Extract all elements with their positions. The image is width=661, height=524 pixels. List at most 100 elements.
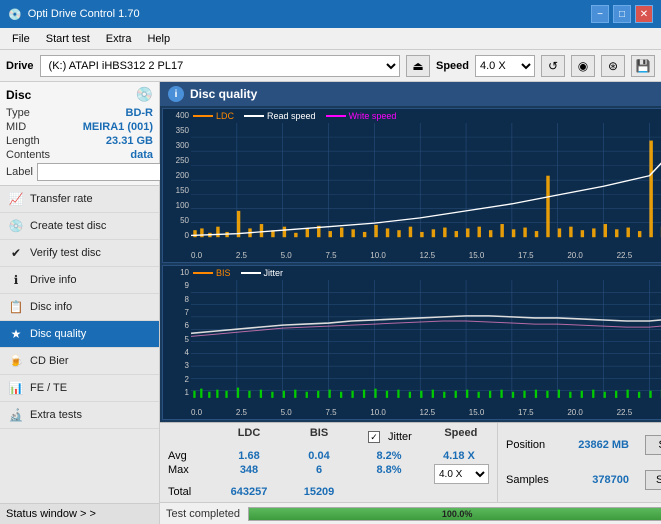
- avg-label: Avg: [168, 450, 204, 462]
- sidebar-item-label: Create test disc: [30, 220, 106, 232]
- menu-file[interactable]: File: [4, 31, 38, 47]
- jitter-label: Jitter: [388, 431, 412, 443]
- sidebar-item-label: Transfer rate: [30, 193, 93, 205]
- chart2-x-axis: 0.02.55.07.510.012.515.017.520.022.525.0…: [191, 408, 661, 417]
- disc-icons: 💿: [136, 86, 153, 103]
- label-input[interactable]: [37, 163, 175, 181]
- speed-select[interactable]: 4.0 X: [475, 55, 535, 77]
- sidebar-item-extra-tests[interactable]: 🔬 Extra tests: [0, 402, 159, 429]
- chart1-svg: [191, 123, 661, 246]
- drive-select[interactable]: (K:) ATAPI iHBS312 2 PL17: [40, 55, 400, 77]
- menu-help[interactable]: Help: [139, 31, 178, 47]
- bis-header: BIS: [294, 427, 344, 445]
- length-label: Length: [6, 135, 40, 147]
- progressbar-area: Test completed 100.0% 33:15: [160, 502, 661, 524]
- fe-te-icon: 📊: [8, 380, 24, 396]
- sidebar-item-label: Drive info: [30, 274, 76, 286]
- progress-label: 100.0%: [442, 509, 473, 519]
- maximize-button[interactable]: □: [613, 5, 631, 23]
- app-title: Opti Drive Control 1.70: [28, 8, 140, 20]
- sidebar-item-transfer-rate[interactable]: 📈 Transfer rate: [0, 186, 159, 213]
- chart1-legend: LDC Read speed Write speed: [193, 111, 396, 121]
- sidebar-item-verify-test-disc[interactable]: ✔ Verify test disc: [0, 240, 159, 267]
- disc-quality-icon-header: i: [168, 86, 184, 102]
- chart2-legend: BIS Jitter: [193, 268, 283, 278]
- main-layout: Disc 💿 Type BD-R MID MEIRA1 (001) Length…: [0, 82, 661, 524]
- menu-start-test[interactable]: Start test: [38, 31, 98, 47]
- app-icon: 💿: [8, 8, 22, 21]
- start-part-button[interactable]: Start part: [645, 470, 661, 490]
- length-value: 23.31 GB: [106, 135, 153, 147]
- legend-write-speed: Write speed: [326, 111, 397, 121]
- position-label: Position: [506, 439, 545, 451]
- sidebar-item-label: Disc quality: [30, 328, 86, 340]
- disc-section-label: Disc: [6, 88, 31, 102]
- total-bis: 15209: [294, 486, 344, 498]
- mid-label: MID: [6, 121, 26, 133]
- contents-value: data: [130, 149, 153, 161]
- legend-jitter: Jitter: [241, 268, 284, 278]
- save-button[interactable]: 💾: [631, 55, 655, 77]
- sidebar-item-create-test-disc[interactable]: 💿 Create test disc: [0, 213, 159, 240]
- disc-info-icon: 📋: [8, 299, 24, 315]
- chart2: BIS Jitter 10987654321 10%8%6%4%2%: [162, 265, 661, 420]
- legend-read-speed: Read speed: [244, 111, 316, 121]
- legend-ldc: LDC: [193, 111, 234, 121]
- disc-quality-title: Disc quality: [190, 87, 257, 101]
- mid-value: MEIRA1 (001): [83, 121, 153, 133]
- disc-panel: Disc 💿 Type BD-R MID MEIRA1 (001) Length…: [0, 82, 159, 186]
- stats-area: LDC BIS ✓ Jitter Speed Avg 1.68 0.04 8.2…: [160, 422, 661, 502]
- sidebar-item-label: Extra tests: [30, 409, 82, 421]
- stats-table: LDC BIS ✓ Jitter Speed Avg 1.68 0.04 8.2…: [160, 423, 497, 502]
- menu-extra[interactable]: Extra: [98, 31, 140, 47]
- content-area: i Disc quality LDC Read speed: [160, 82, 661, 524]
- sidebar-item-cd-bier[interactable]: 🍺 CD Bier: [0, 348, 159, 375]
- jitter-checkbox-area: ✓ Jitter: [364, 427, 416, 447]
- total-label: Total: [168, 486, 204, 498]
- max-jitter: 8.8%: [364, 464, 414, 484]
- sidebar-item-disc-quality[interactable]: ★ Disc quality: [0, 321, 159, 348]
- chart2-svg: [191, 280, 661, 403]
- start-full-button[interactable]: Start full: [645, 435, 661, 455]
- ldc-header: LDC: [224, 427, 274, 445]
- avg-speed: 4.18 X: [434, 450, 484, 462]
- chart1-x-axis: 0.02.55.07.510.012.515.017.520.022.525.0…: [191, 251, 661, 260]
- refresh-button[interactable]: ↺: [541, 55, 565, 77]
- sidebar-item-label: CD Bier: [30, 355, 69, 367]
- progress-fill: 100.0%: [249, 508, 661, 520]
- close-button[interactable]: ✕: [635, 5, 653, 23]
- settings-button[interactable]: ⊛: [601, 55, 625, 77]
- speed-select-stats[interactable]: 4.0 X: [434, 464, 489, 484]
- total-ldc: 643257: [224, 486, 274, 498]
- jitter-checkbox[interactable]: ✓: [368, 431, 380, 443]
- avg-jitter: 8.2%: [364, 450, 414, 462]
- disc-quality-icon: ★: [8, 326, 24, 342]
- contents-label: Contents: [6, 149, 50, 161]
- position-value: 23862 MB: [578, 439, 629, 451]
- stats-empty-header: [168, 427, 204, 447]
- record-button[interactable]: ◉: [571, 55, 595, 77]
- verify-test-disc-icon: ✔: [8, 245, 24, 261]
- sidebar-item-disc-info[interactable]: 📋 Disc info: [0, 294, 159, 321]
- minimize-button[interactable]: −: [591, 5, 609, 23]
- sidebar: Disc 💿 Type BD-R MID MEIRA1 (001) Length…: [0, 82, 160, 524]
- drivebar: Drive (K:) ATAPI iHBS312 2 PL17 ⏏ Speed …: [0, 50, 661, 82]
- extra-tests-icon: 🔬: [8, 407, 24, 423]
- sidebar-item-label: FE / TE: [30, 382, 67, 394]
- sidebar-item-drive-info[interactable]: ℹ Drive info: [0, 267, 159, 294]
- max-label: Max: [168, 464, 204, 484]
- avg-ldc: 1.68: [224, 450, 274, 462]
- type-value: BD-R: [126, 107, 154, 119]
- eject-button[interactable]: ⏏: [406, 55, 430, 77]
- action-buttons: Start full Start part: [637, 423, 661, 502]
- nav-items: 📈 Transfer rate 💿 Create test disc ✔ Ver…: [0, 186, 159, 503]
- sidebar-item-fe-te[interactable]: 📊 FE / TE: [0, 375, 159, 402]
- titlebar: 💿 Opti Drive Control 1.70 − □ ✕: [0, 0, 661, 28]
- max-ldc: 348: [224, 464, 274, 484]
- sidebar-item-label: Verify test disc: [30, 247, 101, 259]
- status-window-label: Status window > >: [6, 508, 96, 520]
- label-key: Label: [6, 166, 33, 178]
- disc-quality-header: i Disc quality: [160, 82, 661, 106]
- status-window[interactable]: Status window > >: [0, 503, 159, 524]
- sidebar-item-label: Disc info: [30, 301, 72, 313]
